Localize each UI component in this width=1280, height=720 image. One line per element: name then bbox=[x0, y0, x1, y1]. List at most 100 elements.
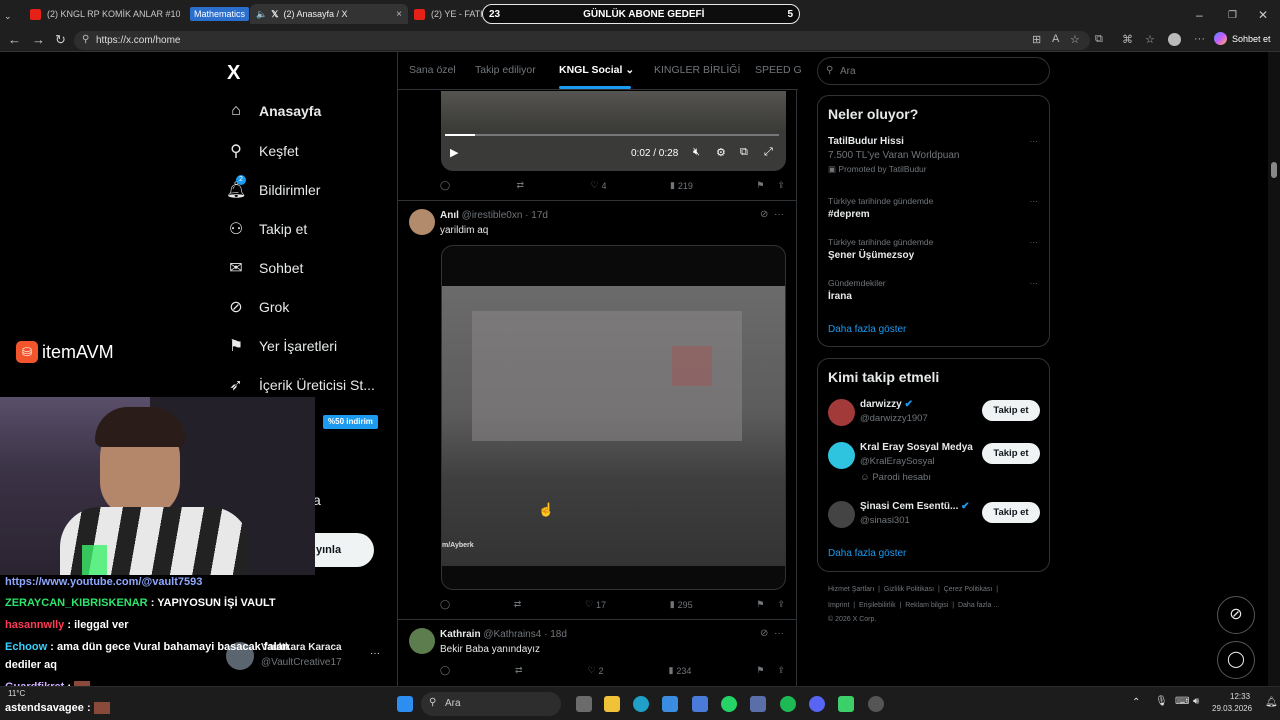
clock-date[interactable]: 29.03.2026 bbox=[1212, 704, 1252, 713]
grok-icon[interactable]: ⊘ bbox=[760, 209, 768, 220]
taskbar-search[interactable]: ⚲ Ara bbox=[421, 692, 561, 716]
follow-suggestion[interactable]: Kral Eray Sosyal Medya @KralEraySosyal ☺… bbox=[828, 442, 1040, 483]
favorite-star-icon[interactable]: ☆ bbox=[1070, 33, 1080, 46]
video-player[interactable]: ▶ 0:02 / 0:28 🔇︎ ⚙ ⧉ ⤢ bbox=[441, 91, 786, 171]
trend-item[interactable]: Türkiye tarihinde gündemde #deprem ··· bbox=[828, 196, 1038, 220]
bookmark-button[interactable]: ⚑ ⇪ bbox=[756, 599, 785, 610]
nav-bookmarks[interactable]: ⚑ Yer İşaretleri bbox=[226, 336, 337, 356]
mute-icon[interactable]: 🔇︎ bbox=[693, 146, 700, 159]
account-menu-icon[interactable]: ··· bbox=[370, 648, 380, 659]
nav-explore[interactable]: ⚲ Keşfet bbox=[226, 141, 299, 161]
reply-button[interactable]: ◯ bbox=[440, 599, 450, 610]
steam-icon[interactable] bbox=[750, 696, 766, 712]
follow-button[interactable]: Takip et bbox=[982, 502, 1040, 523]
like-button[interactable]: ♡ 2 bbox=[587, 665, 603, 676]
tab-following[interactable]: Takip ediliyor bbox=[475, 64, 536, 76]
repost-button[interactable]: ⇄ bbox=[515, 665, 523, 676]
bookmark-button[interactable]: ⚑ ⇪ bbox=[756, 665, 785, 676]
who-show-more-link[interactable]: Daha fazla göster bbox=[828, 548, 906, 559]
more-icon[interactable]: ··· bbox=[1194, 33, 1205, 45]
post-author-name[interactable]: Anıl bbox=[440, 210, 459, 221]
bookmark-button[interactable]: ⚑ ⇪ bbox=[756, 180, 785, 191]
profile-avatar[interactable] bbox=[1168, 33, 1181, 46]
tab-kngl-social[interactable]: KNGL Social ⌄ bbox=[559, 64, 634, 76]
grok-icon[interactable]: ⊘ bbox=[760, 628, 768, 639]
settings-icon[interactable]: ⚙ bbox=[716, 146, 726, 159]
nav-home[interactable]: ⌂ Anasayfa bbox=[226, 102, 321, 120]
more-icon[interactable]: ··· bbox=[774, 209, 784, 220]
avatar[interactable] bbox=[828, 399, 855, 426]
read-aloud-icon[interactable]: A bbox=[1052, 33, 1059, 45]
window-close-button[interactable]: ✕ bbox=[1258, 5, 1268, 25]
mail-icon[interactable] bbox=[692, 696, 708, 712]
notification-bell-icon[interactable]: 🔔︎ bbox=[1265, 697, 1278, 708]
nav-grok[interactable]: ⊘ Grok bbox=[226, 297, 289, 317]
edge-icon[interactable] bbox=[633, 696, 649, 712]
post-time[interactable]: 18d bbox=[550, 629, 567, 640]
tab-kingler-birligi[interactable]: KINGLER BİRLİĞİ bbox=[654, 64, 740, 76]
post-time[interactable]: 17d bbox=[531, 210, 548, 221]
tab-x-home[interactable]: 🔈 𝕏 (2) Anasayfa / X × bbox=[250, 4, 408, 24]
obs-icon[interactable] bbox=[868, 696, 884, 712]
chevron-up-icon[interactable]: ⌃ bbox=[1132, 697, 1140, 708]
refresh-icon[interactable]: ↻ bbox=[55, 32, 66, 48]
like-button[interactable]: ♡ 17 bbox=[585, 599, 606, 610]
follow-button[interactable]: Takip et bbox=[982, 400, 1040, 421]
tab-speed[interactable]: SPEED G bbox=[755, 64, 802, 76]
url-input[interactable]: ⚲ https://x.com/home bbox=[74, 31, 1090, 50]
tab-group-mathematics[interactable]: Mathematics bbox=[190, 7, 250, 21]
windows-start-icon[interactable] bbox=[397, 696, 413, 712]
views-button[interactable]: ▮ 295 bbox=[670, 599, 693, 610]
avatar[interactable] bbox=[409, 209, 435, 235]
more-icon[interactable]: ··· bbox=[1030, 196, 1039, 206]
trends-show-more-link[interactable]: Daha fazla göster bbox=[828, 324, 906, 335]
views-button[interactable]: ▮ 219 bbox=[670, 180, 693, 191]
fullscreen-icon[interactable]: ⤢ bbox=[764, 146, 773, 159]
minimize-button[interactable]: – bbox=[1196, 5, 1203, 25]
more-icon[interactable]: ··· bbox=[1030, 278, 1039, 288]
post-video[interactable]: m/Ayberk bbox=[441, 245, 786, 590]
pip-icon[interactable]: ⧉ bbox=[740, 146, 748, 159]
weather-temp[interactable]: 11°C bbox=[8, 689, 25, 698]
more-icon[interactable]: ··· bbox=[774, 628, 784, 639]
reply-button[interactable]: ◯ bbox=[440, 665, 450, 676]
avatar[interactable] bbox=[828, 442, 855, 469]
repost-button[interactable]: ⇄ bbox=[516, 180, 527, 191]
store-icon[interactable] bbox=[662, 696, 678, 712]
tab-youtube-1[interactable]: (2) KNGL RP KOMİK ANLAR #10 - × bbox=[30, 4, 180, 24]
trend-item[interactable]: Türkiye tarihinde gündemde Şener Üşümezs… bbox=[828, 237, 1038, 261]
maximize-button[interactable]: ❐ bbox=[1228, 5, 1237, 25]
like-button[interactable]: ♡ 4 bbox=[590, 180, 606, 191]
tab-youtube-2[interactable]: (2) YE - FATHER bbox=[414, 4, 484, 24]
play-icon[interactable]: ▶ bbox=[450, 146, 458, 159]
whatsapp-icon[interactable] bbox=[721, 696, 737, 712]
post-menu[interactable]: ⊘ ··· bbox=[760, 209, 784, 220]
split-screen-icon[interactable]: ⌘ bbox=[1122, 33, 1133, 46]
x-logo[interactable]: X bbox=[227, 62, 240, 85]
share-icon[interactable]: ⇪ bbox=[777, 599, 785, 610]
copilot-button[interactable]: Sohbet et bbox=[1214, 32, 1271, 45]
page-scrollbar[interactable] bbox=[1268, 52, 1280, 686]
app-icon[interactable] bbox=[838, 696, 854, 712]
app-icon[interactable]: ⊞ bbox=[1032, 33, 1041, 46]
repost-button[interactable]: ⇄ bbox=[514, 599, 522, 610]
scrollbar-thumb[interactable] bbox=[1271, 162, 1277, 178]
post-author-handle[interactable]: @Kathrains4 bbox=[483, 629, 541, 640]
nav-creator-studio[interactable]: ➶ İçerik Üreticisi St... bbox=[226, 375, 375, 395]
network-icon[interactable]: ⌨ bbox=[1175, 696, 1189, 707]
views-button[interactable]: ▮ 234 bbox=[668, 665, 691, 676]
more-icon[interactable]: ··· bbox=[1030, 237, 1039, 247]
discord-icon[interactable] bbox=[809, 696, 825, 712]
microphone-icon[interactable]: 🎙︎ bbox=[1155, 696, 1168, 707]
follow-suggestion[interactable]: darwizzy ✔ @darwizzy1907 Takip et bbox=[828, 399, 1040, 433]
nav-chat[interactable]: ✉ Sohbet bbox=[226, 258, 303, 278]
follow-button[interactable]: Takip et bbox=[982, 443, 1040, 464]
nav-notifications[interactable]: 🔔︎ 2 Bildirimler bbox=[226, 175, 320, 200]
post-menu[interactable]: ⊘ ··· bbox=[760, 628, 784, 639]
trend-item[interactable]: TatilBudur Hissi 7.500 TL'ye Varan World… bbox=[828, 136, 1038, 175]
share-icon[interactable]: ⇪ bbox=[777, 665, 785, 676]
spotify-icon[interactable] bbox=[780, 696, 796, 712]
messages-floating-button[interactable]: ◯ bbox=[1217, 641, 1255, 679]
task-view-icon[interactable] bbox=[576, 696, 592, 712]
video-progress-track[interactable] bbox=[445, 134, 779, 136]
